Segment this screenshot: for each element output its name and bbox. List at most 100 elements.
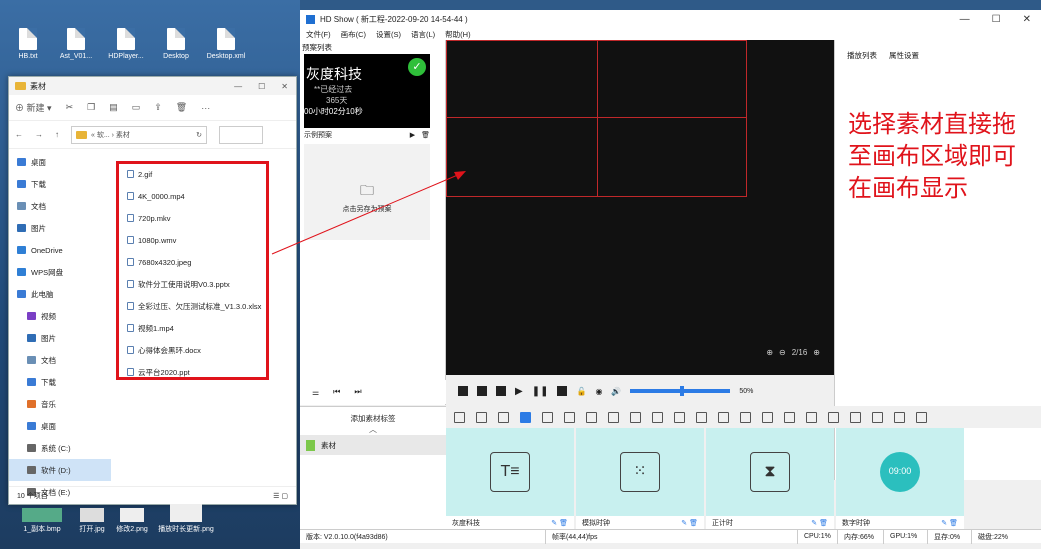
material-tool-icon[interactable] (740, 411, 751, 423)
chevron-up-icon[interactable]: ︿ (300, 424, 446, 435)
menu-item[interactable]: 帮助(H) (445, 29, 470, 40)
material-card[interactable]: ⧗ (706, 428, 834, 516)
volume-icon[interactable]: 🔊 (611, 387, 621, 396)
material-tool-icon[interactable] (828, 411, 839, 423)
tab-playlist[interactable]: 播放列表 (847, 50, 877, 61)
copy-icon[interactable]: ❐ (87, 102, 95, 113)
zoom-out-icon[interactable]: ⊖ (779, 348, 786, 357)
material-tool-icon[interactable] (454, 411, 465, 423)
desktop-file-icon[interactable]: HB.txt (8, 28, 48, 60)
menu-item[interactable]: 语言(L) (411, 29, 435, 40)
sidebar-item[interactable]: 下载 (9, 371, 111, 393)
sidebar-item[interactable]: WPS网盘 (9, 261, 111, 283)
material-tool-icon[interactable] (652, 411, 663, 423)
search-input[interactable] (219, 125, 263, 144)
tab-properties[interactable]: 属性设置 (889, 50, 919, 61)
save-icon[interactable] (477, 386, 487, 396)
sidebar-item[interactable]: 图片 (9, 327, 111, 349)
paste-icon[interactable]: ▤ (109, 102, 118, 113)
sidebar-item[interactable]: 软件 (D:) (9, 459, 111, 481)
thumb[interactable]: 播放时长更新.png (156, 504, 216, 534)
pause-icon[interactable]: ❚❚ (532, 386, 549, 397)
menu-item[interactable]: 设置(S) (376, 29, 401, 40)
material-tool-icon[interactable] (872, 411, 883, 423)
volume-slider[interactable] (630, 386, 731, 396)
material-tool-icon[interactable] (630, 411, 641, 423)
lock-icon[interactable]: 🔓 (576, 387, 586, 396)
material-tool-icon[interactable] (718, 411, 729, 423)
edit-icon[interactable]: ✎ 🗑 (941, 519, 958, 527)
minimize-icon[interactable]: — (960, 14, 970, 25)
preview-eye-icon[interactable]: ◉ (595, 387, 602, 396)
sidebar-item[interactable]: 此电脑 (9, 283, 111, 305)
menu-item[interactable]: 文件(F) (306, 29, 331, 40)
sidebar-item[interactable]: 文档 (9, 349, 111, 371)
stop-icon[interactable] (557, 386, 568, 396)
material-tool-icon[interactable] (916, 411, 927, 423)
material-tool-icon[interactable] (564, 411, 575, 423)
material-tool-icon[interactable] (696, 411, 707, 423)
maximize-icon[interactable]: ☐ (992, 14, 1001, 25)
desktop-file-icon[interactable]: Ast_V01... (56, 28, 96, 60)
add-tag-button[interactable]: 添加素材标签 (300, 407, 446, 424)
material-tool-icon[interactable] (784, 411, 795, 423)
edit-icon[interactable]: ✎ 🗑 (681, 519, 698, 527)
material-tool-icon[interactable] (476, 411, 487, 423)
close-icon[interactable]: ✕ (281, 82, 288, 91)
edit-icon[interactable]: ✎ 🗑 (551, 519, 568, 527)
plan-preview[interactable]: 灰度科技 **已经过去 365天 00小时02分10秒 ✓ (304, 54, 430, 128)
sidebar-item[interactable]: OneDrive (9, 239, 111, 261)
material-card[interactable]: 09:00 (836, 428, 964, 516)
material-tool-icon[interactable] (542, 411, 553, 423)
material-tool-icon[interactable] (498, 411, 509, 423)
last-icon[interactable]: ⏭ (354, 387, 361, 397)
edit-icon[interactable]: ✎ 🗑 (811, 519, 828, 527)
new-button[interactable]: ⊕ 新建 ▾ (15, 101, 52, 114)
material-tool-icon[interactable] (894, 411, 905, 423)
material-tool-icon[interactable] (850, 411, 861, 423)
close-icon[interactable]: ✕ (1023, 14, 1031, 25)
material-tool-icon[interactable] (608, 411, 619, 423)
delete-icon[interactable]: 🗑 (421, 131, 430, 139)
cut-icon[interactable]: ✂ (66, 102, 74, 113)
material-tool-icon[interactable] (520, 411, 531, 423)
canvas-area[interactable]: ⊕ ⊖ 2/16 ⊕ (446, 40, 834, 375)
play-icon[interactable]: ▶ (410, 131, 415, 139)
share-icon[interactable]: ⇪ (154, 102, 162, 113)
thumb[interactable]: 1_副本.bmp (12, 508, 72, 534)
more-icon[interactable]: ··· (201, 103, 210, 113)
material-tool-icon[interactable] (674, 411, 685, 423)
sidebar-item[interactable]: 文档 (9, 195, 111, 217)
sidebar-item[interactable]: 下载 (9, 173, 111, 195)
up-icon[interactable]: ↑ (55, 130, 59, 139)
desktop-file-icon[interactable]: HDPlayer... (106, 28, 146, 60)
settings-icon[interactable]: ⚌ (312, 388, 319, 397)
refresh-icon[interactable]: ↻ (196, 131, 206, 139)
desktop-file-icon[interactable]: Desktop.xml (206, 28, 246, 60)
sidebar-item[interactable]: 图片 (9, 217, 111, 239)
zoom-in-icon[interactable]: ⊕ (766, 348, 773, 357)
material-tool-icon[interactable] (806, 411, 817, 423)
menu-item[interactable]: 画布(C) (341, 29, 366, 40)
desktop-file-icon[interactable]: Desktop (156, 28, 196, 60)
maximize-icon[interactable]: ☐ (258, 82, 265, 91)
sidebar-item[interactable]: 桌面 (9, 151, 111, 173)
back-icon[interactable]: ← (15, 130, 23, 139)
first-icon[interactable]: ⏮ (333, 387, 340, 397)
thumb[interactable]: 修改2.png (112, 508, 152, 534)
minimize-icon[interactable]: — (234, 82, 242, 91)
tag-item[interactable]: 素材 (300, 435, 446, 455)
material-card[interactable]: ⁙ (576, 428, 704, 516)
export-icon[interactable] (496, 386, 506, 396)
sidebar-item[interactable]: 视频 (9, 305, 111, 327)
delete-icon[interactable]: 🗑 (176, 102, 187, 113)
zoom-fit-icon[interactable]: ⊕ (813, 348, 820, 357)
rename-icon[interactable]: ▭ (132, 102, 141, 113)
material-tool-icon[interactable] (586, 411, 597, 423)
material-card[interactable]: T≡ (446, 428, 574, 516)
forward-icon[interactable]: → (35, 130, 43, 139)
view-toggle-icon[interactable]: ☰ ▢ (273, 492, 296, 500)
material-tool-icon[interactable] (762, 411, 773, 423)
screen-icon[interactable] (458, 386, 468, 396)
sidebar-item[interactable]: 桌面 (9, 415, 111, 437)
